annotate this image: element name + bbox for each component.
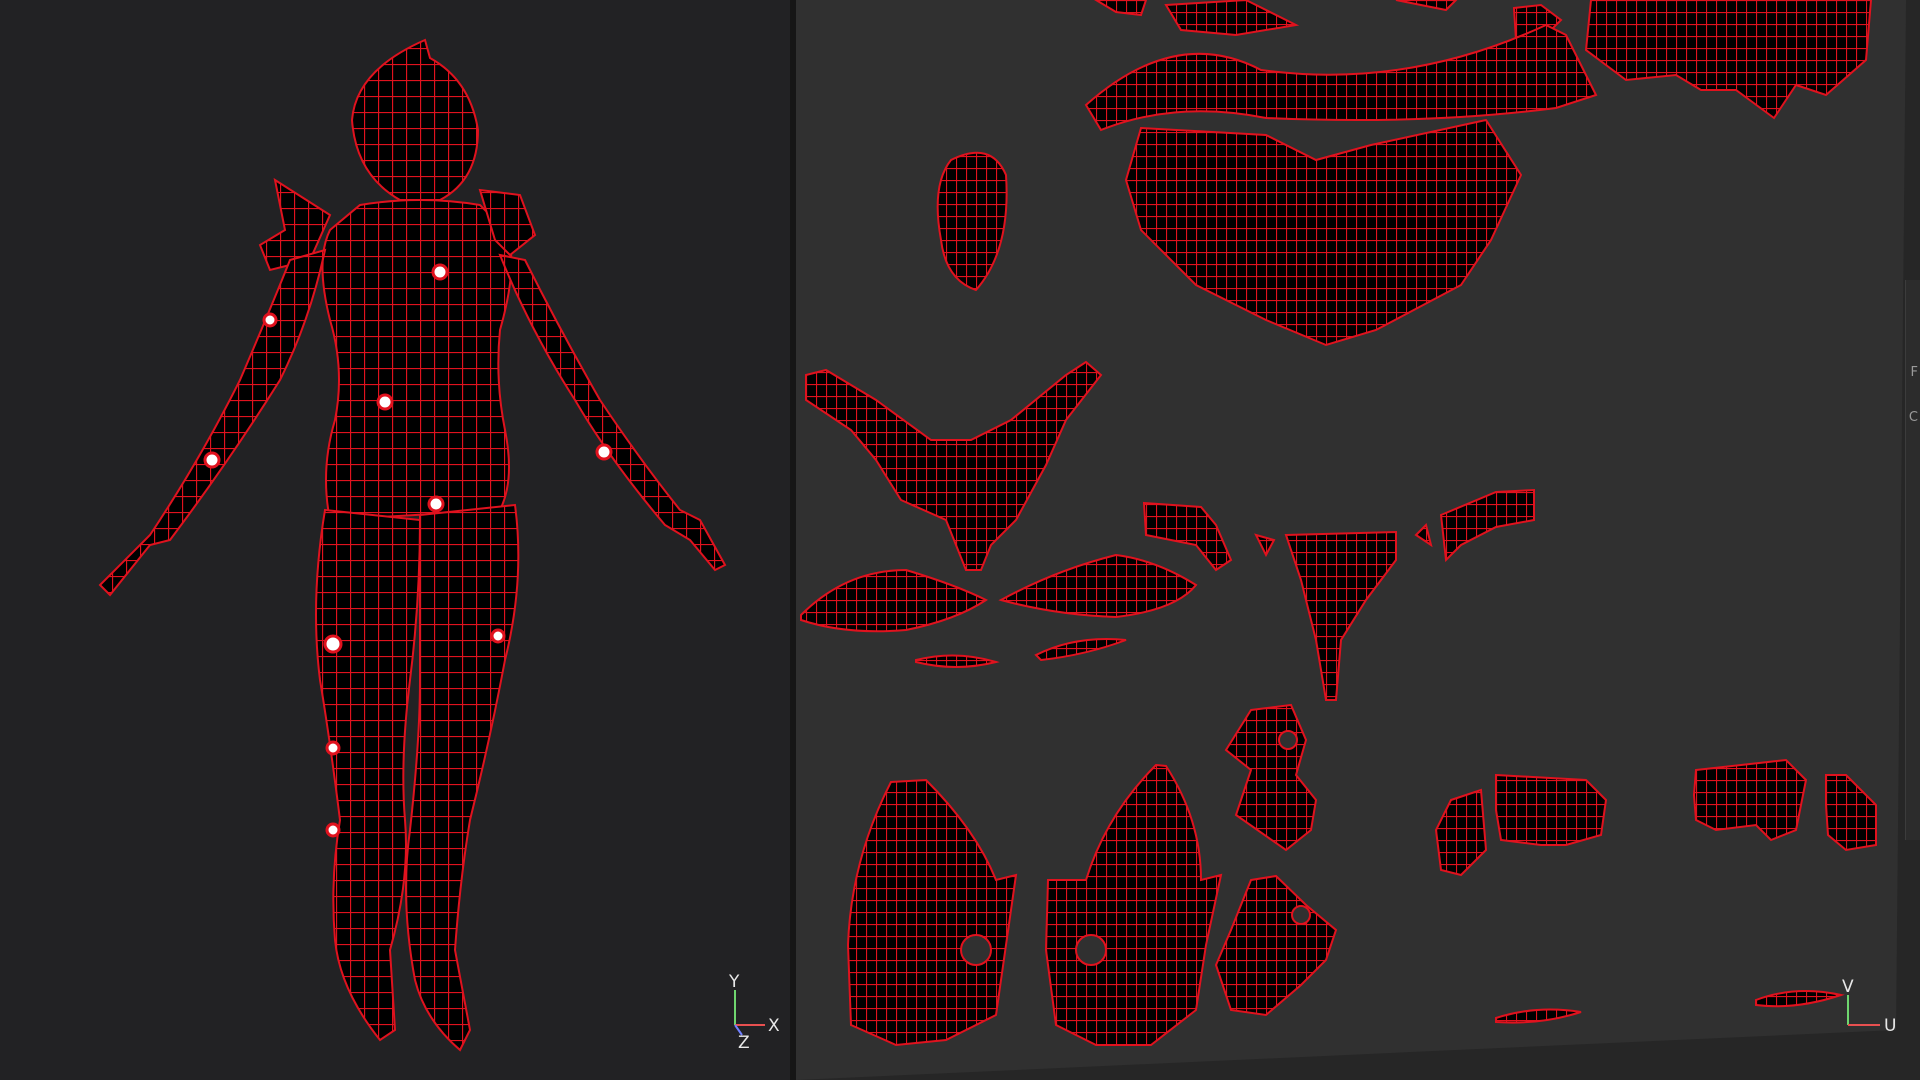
viewport-uv-editor[interactable]: V U F C [796,0,1920,1080]
uv-island-hand-part-1 [1224,703,1318,852]
mesh-head [350,38,480,201]
uv-island-boot-right [1044,763,1223,1046]
uv-island-finger-3 [1692,758,1808,842]
axis-gizmo-uv: V U [1842,977,1896,1036]
uv-island-pelvis [805,360,1103,571]
uv-island-sliver-1 [915,654,1000,668]
axis-label-z: Z [738,1033,750,1050]
uv-island-hand-part-2 [1214,874,1338,1017]
uv-island-sliver-2 [1034,638,1127,662]
uv-island-strap-right-2 [1439,488,1535,563]
uv-island-chest [1124,118,1523,347]
side-panel-char-1: F [1910,365,1918,380]
uv-side-panel-edge[interactable]: F C [1905,280,1920,840]
side-panel-char-2: C [1908,410,1918,425]
uv-island-strap-dot [1254,533,1276,558]
uv-island-sliver-3 [1495,1008,1582,1024]
mesh-leg-left [315,508,422,1042]
axis-label-x: X [768,1016,780,1036]
uv-island-top-fragment-3 [1395,0,1458,12]
uv-island-leaf-left [800,568,988,633]
uv-island-collar [1084,23,1598,132]
uv-island-finger-1 [1434,788,1488,877]
uv-island-top-fragment-2 [1164,0,1300,37]
uv-island-leaf-right [998,553,1198,619]
mesh-leg-right [405,503,520,1052]
uv-island-shoulder-top-right [1584,0,1873,120]
mesh-torso [321,199,513,522]
uv-island-cone [1284,530,1397,701]
uv-island-boot-left [846,778,1018,1047]
mesh-arm-right [498,253,727,572]
uv-island-finger-4 [1825,774,1877,852]
uv-island-strap-left [1142,501,1233,572]
uv-island-finger-2 [1495,773,1608,846]
mesh-arm-left [98,248,327,597]
axis-gizmo-3d: Y X Z [728,972,780,1050]
axis-label-v: V [1842,977,1854,997]
uv-islands [800,0,1877,1047]
uv-island-head-cap [936,151,1008,292]
axis-label-y: Y [728,972,740,992]
uv-island-top-fragment-1 [1094,0,1148,17]
uv-island-sliver-4 [1755,990,1845,1008]
character-wireframe-mesh [98,38,727,1052]
axis-label-u: U [1884,1016,1896,1036]
uv-island-strap-right [1414,523,1433,548]
viewport-3d[interactable]: Y X Z [0,0,790,1080]
